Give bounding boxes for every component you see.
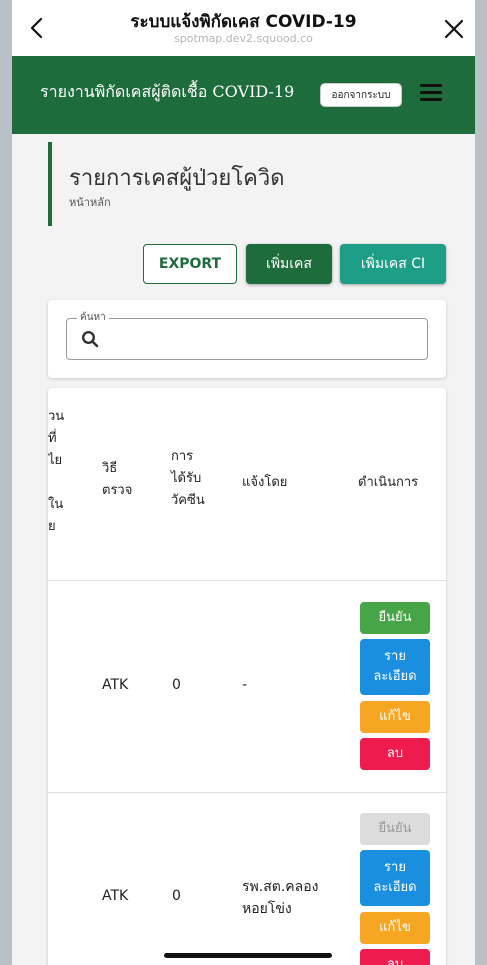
column-header-actions: ดำเนินการ	[358, 475, 419, 490]
breadcrumb[interactable]: หน้าหลัก	[69, 193, 111, 211]
search-card: ค้นหา	[48, 300, 446, 378]
browser-bar: ระบบแจ้งพิกัดเคส COVID-19 spotmap.dev2.s…	[12, 0, 475, 56]
partial-header-line: ไย	[48, 453, 63, 468]
partial-header-line: ย	[48, 519, 56, 534]
detail-button[interactable]: ราย ละเอียด	[360, 639, 430, 695]
delete-button[interactable]: ลบ	[360, 738, 430, 770]
add-case-button[interactable]: เพิ่มเคส	[246, 244, 332, 284]
browser-title: ระบบแจ้งพิกัดเคส COVID-19	[130, 12, 357, 32]
export-button[interactable]: EXPORT	[143, 244, 237, 284]
cell-method: ATK	[102, 888, 129, 904]
browser-url: spotmap.dev2.squood.co	[174, 32, 313, 45]
add-ci-case-button[interactable]: เพิ่มเคส CI	[340, 244, 446, 284]
title-accent-bar	[48, 142, 52, 226]
partial-header-line: ที่	[48, 431, 57, 446]
search-input[interactable]: ค้นหา	[66, 310, 428, 360]
page-title: รายการเคสผู้ป่วยโควิด	[69, 166, 285, 191]
column-header-method[interactable]: วิธี ตรวจ	[102, 458, 132, 502]
detail-button[interactable]: ราย ละเอียด	[360, 850, 430, 906]
cell-vaccine: 0	[172, 888, 181, 904]
logout-button[interactable]: ออกจากระบบ	[320, 83, 402, 107]
edit-button[interactable]: แก้ไข	[360, 701, 430, 733]
column-header-partial: วน ที่ ไย ใน ย	[48, 406, 64, 538]
cell-reported-by: รพ.สต.คลอง หอยโข่ง	[242, 879, 319, 917]
close-icon[interactable]	[441, 16, 467, 42]
delete-button[interactable]: ลบ	[360, 949, 430, 965]
search-label: ค้นหา	[77, 310, 109, 325]
cases-table: วน ที่ ไย ใน ย วิธี ตรวจ การ ได้รับ วัคซ…	[48, 388, 446, 965]
column-header-vaccine[interactable]: การ ได้รับ วัคซีน	[171, 446, 205, 512]
confirm-button[interactable]: ยืนยัน	[360, 602, 430, 634]
app-header: รายงานพิกัดเคสผู้ติดเชื้อ COVID-19 ออกจา…	[12, 56, 475, 134]
row-divider	[48, 792, 446, 793]
partial-header-line: ใน	[48, 497, 64, 512]
partial-header-line: วน	[48, 409, 65, 424]
app-brand[interactable]: รายงานพิกัดเคสผู้ติดเชื้อ COVID-19	[40, 80, 294, 105]
edit-button[interactable]: แก้ไข	[360, 912, 430, 944]
cell-method: ATK	[102, 677, 129, 693]
cell-reported-by: -	[242, 677, 248, 693]
cell-vaccine: 0	[172, 677, 181, 693]
row-divider	[48, 580, 446, 581]
column-header-reported-by[interactable]: แจ้งโดย	[242, 472, 287, 494]
hamburger-menu-icon[interactable]	[420, 84, 442, 102]
confirm-button-disabled: ยืนยัน	[360, 813, 430, 845]
search-icon	[81, 330, 99, 348]
home-indicator	[164, 953, 332, 958]
app-frame: ระบบแจ้งพิกัดเคส COVID-19 spotmap.dev2.s…	[12, 0, 475, 965]
